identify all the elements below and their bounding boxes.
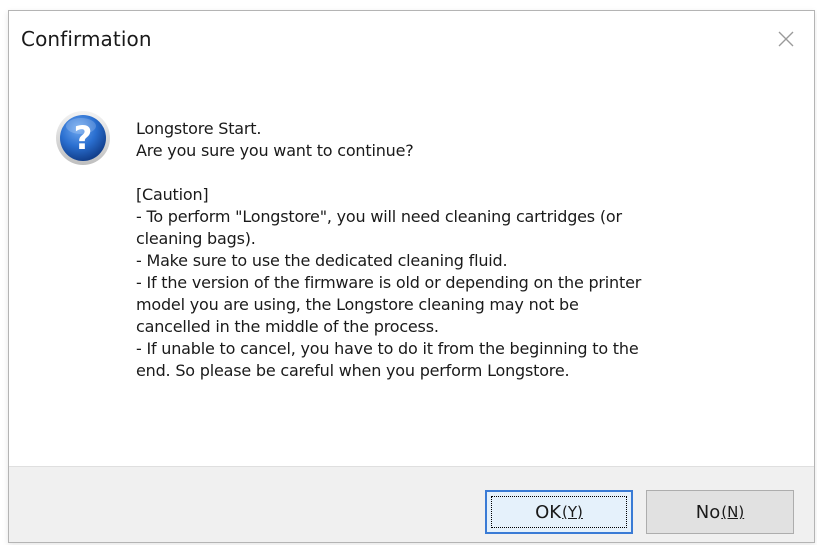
no-button-mnemonic: (N) <box>721 503 745 521</box>
message-line: [Caution] <box>136 185 209 204</box>
message-line: - To perform "Longstore", you will need … <box>136 207 622 226</box>
title-bar[interactable]: Confirmation <box>9 11 814 67</box>
window-title: Confirmation <box>21 27 152 51</box>
dialog-content: ? Longstore Start. Are you sure you want… <box>9 67 814 466</box>
button-bar: OK (Y) No (N) <box>9 466 814 542</box>
question-icon: ? <box>56 111 110 165</box>
message-line: Are you sure you want to continue? <box>136 141 414 160</box>
message-line: model you are using, the Longstore clean… <box>136 295 579 314</box>
message-line: - If the version of the firmware is old … <box>136 273 642 292</box>
message-line: cancelled in the middle of the process. <box>136 317 439 336</box>
confirmation-dialog: Confirmation ? Longstore Start. Are you … <box>8 10 815 543</box>
no-button-label: No <box>695 501 721 523</box>
ok-button[interactable]: OK (Y) <box>485 490 633 534</box>
focus-ring <box>491 496 627 528</box>
message-text: Longstore Start. Are you sure you want t… <box>136 118 796 382</box>
close-icon <box>778 31 794 47</box>
message-line: end. So please be careful when you perfo… <box>136 361 570 380</box>
svg-text:?: ? <box>74 119 93 157</box>
no-button[interactable]: No (N) <box>646 490 794 534</box>
message-line: cleaning bags). <box>136 229 256 248</box>
close-button[interactable] <box>758 11 814 67</box>
message-line: Longstore Start. <box>136 119 262 138</box>
message-line: - Make sure to use the dedicated cleanin… <box>136 251 508 270</box>
message-line: - If unable to cancel, you have to do it… <box>136 339 639 358</box>
message-gap <box>136 162 796 184</box>
